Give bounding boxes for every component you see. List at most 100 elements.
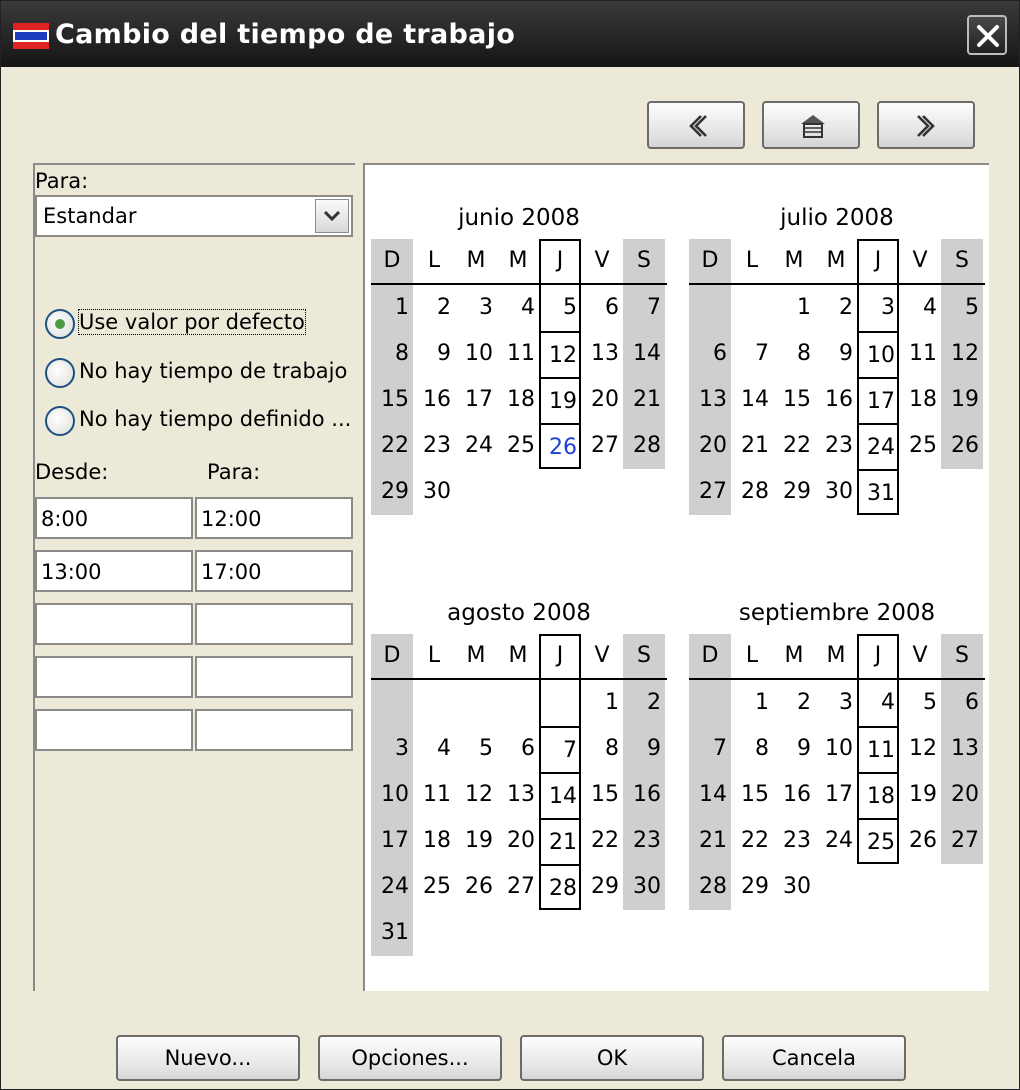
- calendar-day[interactable]: 22: [773, 423, 815, 469]
- calendar-day[interactable]: 28: [731, 469, 773, 515]
- calendar-day[interactable]: 15: [773, 377, 815, 423]
- cancel-button[interactable]: Cancela: [722, 1035, 906, 1081]
- calendar-day[interactable]: 16: [773, 772, 815, 818]
- calendar-day[interactable]: 2: [815, 285, 857, 331]
- calendar-day[interactable]: 17: [455, 377, 497, 423]
- calendar-day[interactable]: 9: [623, 726, 665, 772]
- calendar-day[interactable]: 17: [371, 818, 413, 864]
- calendar-day[interactable]: 24: [371, 864, 413, 910]
- calendar-day[interactable]: 16: [413, 377, 455, 423]
- calendar-day[interactable]: 11: [497, 331, 539, 377]
- radio-nondefault-time[interactable]: [45, 406, 75, 436]
- calendar-day[interactable]: 23: [413, 423, 455, 469]
- calendar-day[interactable]: 5: [899, 680, 941, 726]
- calendar-day[interactable]: 30: [773, 864, 815, 910]
- calendar-day[interactable]: 8: [731, 726, 773, 772]
- calendar-day[interactable]: 6: [497, 726, 539, 772]
- radio-no-working-time[interactable]: [45, 358, 75, 388]
- shift-3-from[interactable]: [35, 603, 193, 645]
- calendar-day[interactable]: 25: [899, 423, 941, 469]
- calendar-day[interactable]: 20: [581, 377, 623, 423]
- calendar-day[interactable]: 21: [689, 818, 731, 864]
- calendar-select[interactable]: Estandar: [35, 195, 353, 237]
- calendar-day[interactable]: 21: [539, 818, 581, 864]
- calendar-day[interactable]: 18: [899, 377, 941, 423]
- previous-month-button[interactable]: [647, 101, 745, 149]
- calendar-day[interactable]: 22: [731, 818, 773, 864]
- calendar-day[interactable]: 20: [497, 818, 539, 864]
- shift-1-from[interactable]: 8:00: [35, 497, 193, 539]
- dropdown-button[interactable]: [315, 199, 349, 233]
- calendar-day[interactable]: 29: [371, 469, 413, 515]
- calendar-day[interactable]: 23: [815, 423, 857, 469]
- calendar-day[interactable]: 30: [623, 864, 665, 910]
- calendar-day[interactable]: 5: [941, 285, 983, 331]
- calendar-day[interactable]: 29: [581, 864, 623, 910]
- shift-1-to[interactable]: 12:00: [195, 497, 353, 539]
- calendar-day[interactable]: 18: [857, 772, 899, 818]
- calendar-day[interactable]: 12: [455, 772, 497, 818]
- calendar-day[interactable]: 26: [941, 423, 983, 469]
- calendar-day[interactable]: 1: [773, 285, 815, 331]
- calendar-day[interactable]: 12: [941, 331, 983, 377]
- calendar-day[interactable]: 8: [581, 726, 623, 772]
- calendar-day[interactable]: 14: [623, 331, 665, 377]
- calendar-day[interactable]: 9: [773, 726, 815, 772]
- calendar-day[interactable]: 1: [581, 680, 623, 726]
- calendar-day[interactable]: 29: [731, 864, 773, 910]
- calendar-day[interactable]: 9: [815, 331, 857, 377]
- calendar-day[interactable]: 24: [815, 818, 857, 864]
- calendar-day[interactable]: 26: [899, 818, 941, 864]
- calendar-day[interactable]: 19: [899, 772, 941, 818]
- radio-no-working-time-label[interactable]: No hay tiempo de trabajo: [79, 359, 347, 383]
- calendar-day[interactable]: 20: [941, 772, 983, 818]
- shift-5-to[interactable]: [195, 709, 353, 751]
- calendar-day[interactable]: 6: [941, 680, 983, 726]
- calendar-day[interactable]: 5: [539, 285, 581, 331]
- calendar-day[interactable]: 6: [689, 331, 731, 377]
- calendar-day[interactable]: 24: [455, 423, 497, 469]
- calendar-day[interactable]: 25: [413, 864, 455, 910]
- close-button[interactable]: [967, 15, 1007, 55]
- calendar-day[interactable]: 2: [623, 680, 665, 726]
- calendar-day[interactable]: 3: [455, 285, 497, 331]
- calendar-day[interactable]: 17: [815, 772, 857, 818]
- calendar-day[interactable]: 29: [773, 469, 815, 515]
- calendar-day[interactable]: 14: [731, 377, 773, 423]
- today-button[interactable]: [762, 101, 860, 149]
- calendar-day[interactable]: 13: [689, 377, 731, 423]
- calendar-day[interactable]: 23: [623, 818, 665, 864]
- calendar-day[interactable]: 10: [455, 331, 497, 377]
- calendar-day[interactable]: 22: [371, 423, 413, 469]
- calendar-day[interactable]: 19: [539, 377, 581, 423]
- calendar-day[interactable]: 2: [413, 285, 455, 331]
- ok-button[interactable]: OK: [520, 1035, 704, 1081]
- calendar-day[interactable]: 23: [773, 818, 815, 864]
- calendar-day[interactable]: 30: [815, 469, 857, 515]
- shift-5-from[interactable]: [35, 709, 193, 751]
- calendar-day[interactable]: 10: [371, 772, 413, 818]
- calendar-day[interactable]: 13: [581, 331, 623, 377]
- calendar-day[interactable]: 31: [371, 910, 413, 956]
- calendar-day[interactable]: 7: [623, 285, 665, 331]
- calendar-day[interactable]: 12: [899, 726, 941, 772]
- title-bar[interactable]: Cambio del tiempo de trabajo: [1, 1, 1019, 67]
- calendar-day[interactable]: 14: [689, 772, 731, 818]
- calendar-day[interactable]: 3: [815, 680, 857, 726]
- calendar-day[interactable]: 26: [539, 423, 581, 469]
- calendar-day[interactable]: 22: [581, 818, 623, 864]
- calendar-day[interactable]: 10: [857, 331, 899, 377]
- shift-3-to[interactable]: [195, 603, 353, 645]
- calendar-day[interactable]: 1: [371, 285, 413, 331]
- calendar-day[interactable]: 27: [689, 469, 731, 515]
- calendar-day[interactable]: 5: [455, 726, 497, 772]
- calendar-day[interactable]: 11: [857, 726, 899, 772]
- radio-default-label[interactable]: Use valor por defecto: [78, 309, 306, 335]
- calendar-day[interactable]: 30: [413, 469, 455, 515]
- radio-nondefault-time-label[interactable]: No hay tiempo definido ...: [79, 407, 351, 431]
- calendar-day[interactable]: 7: [689, 726, 731, 772]
- calendar-day[interactable]: 18: [413, 818, 455, 864]
- shift-2-from[interactable]: 13:00: [35, 550, 193, 592]
- calendar-day[interactable]: 2: [773, 680, 815, 726]
- calendar-day[interactable]: 20: [689, 423, 731, 469]
